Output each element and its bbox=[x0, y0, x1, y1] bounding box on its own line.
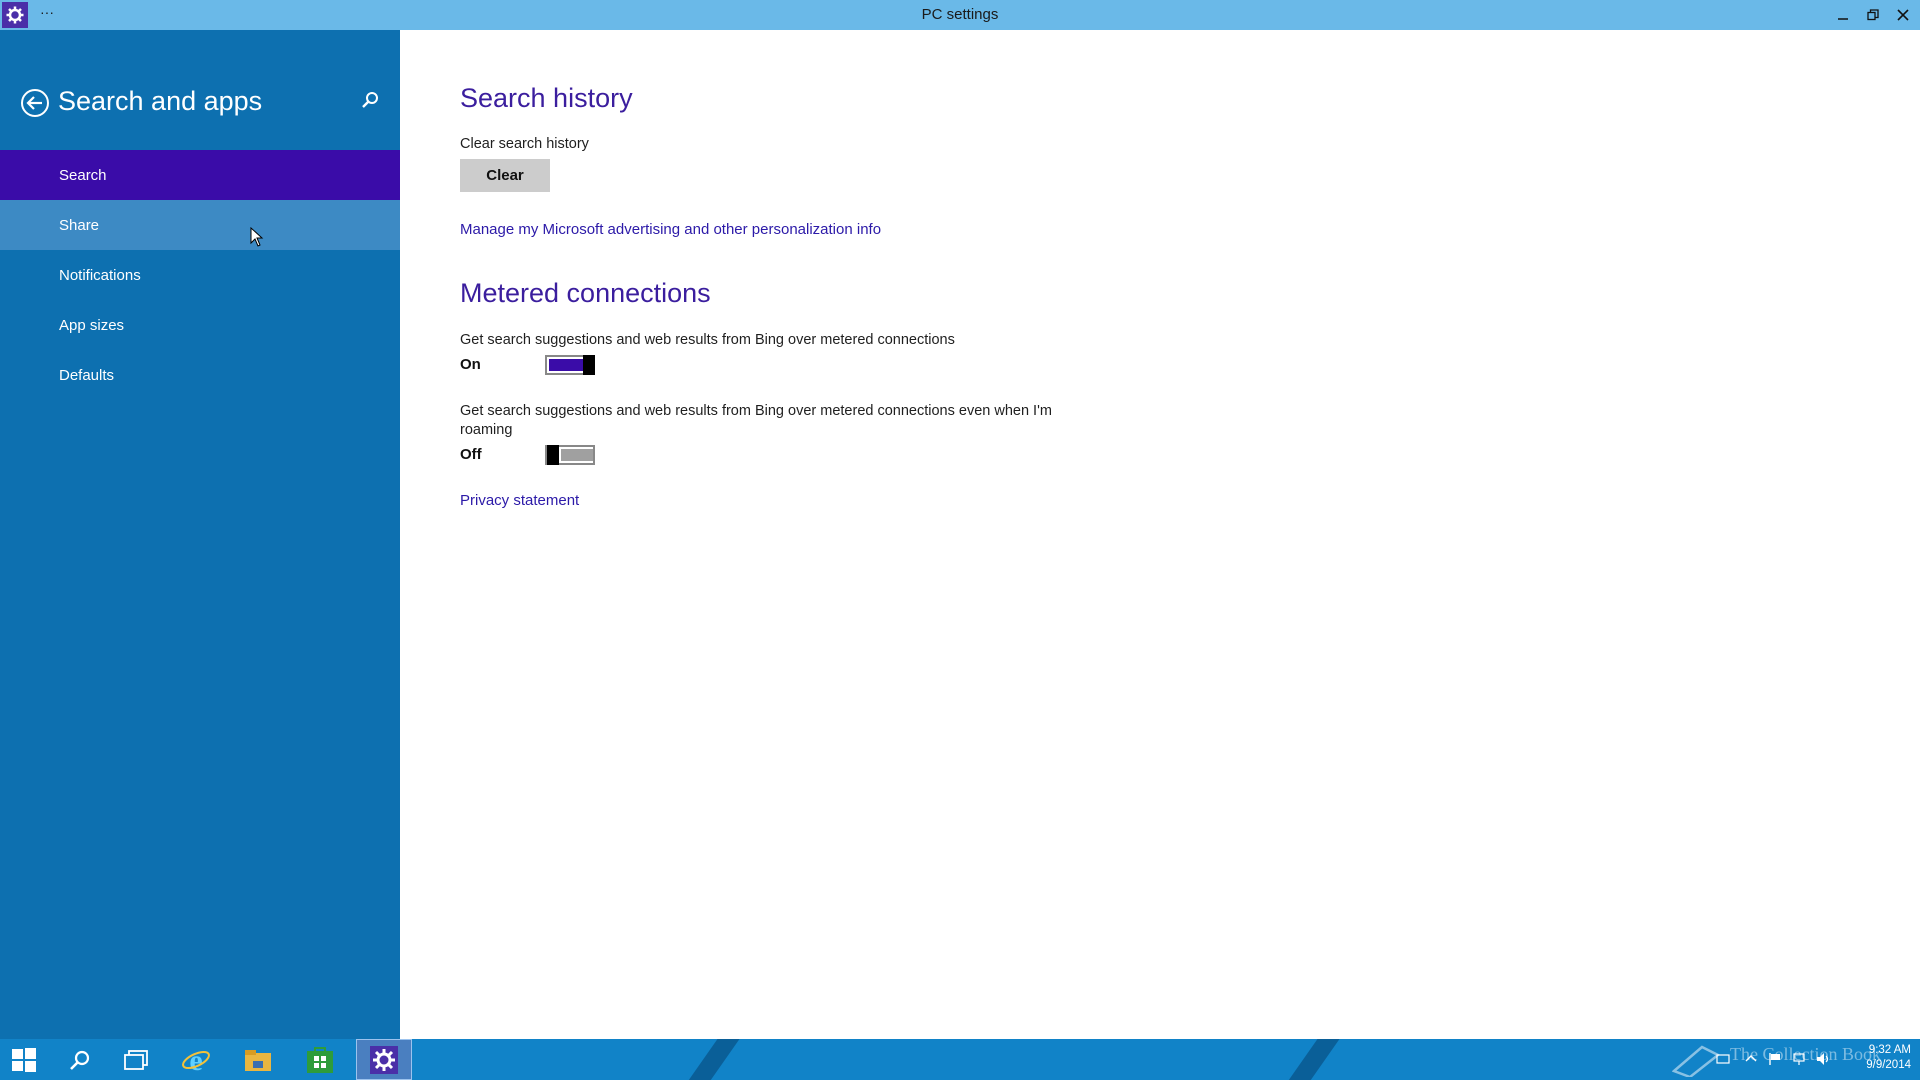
nav-item-defaults[interactable]: Defaults bbox=[0, 350, 400, 400]
nav-list: Search Share Notifications App sizes Def… bbox=[0, 150, 400, 400]
roaming-toggle-state: Off bbox=[460, 446, 482, 463]
close-button[interactable] bbox=[1888, 0, 1918, 30]
chevron-up-icon[interactable] bbox=[1744, 1052, 1758, 1066]
nav-item-label: Share bbox=[59, 216, 100, 234]
nav-item-label: App sizes bbox=[59, 316, 125, 334]
section-title: Search and apps bbox=[58, 86, 263, 116]
toggle-fill bbox=[561, 449, 593, 461]
privacy-statement-link[interactable]: Privacy statement bbox=[460, 492, 579, 509]
taskbar: e The Collection Book 9:32 AM 9/9/2014 bbox=[0, 1039, 1920, 1080]
nav-item-label: Notifications bbox=[59, 266, 141, 284]
start-icon[interactable] bbox=[0, 1039, 48, 1080]
internet-explorer-icon[interactable]: e bbox=[172, 1039, 220, 1080]
metered-toggle[interactable] bbox=[545, 355, 595, 375]
toggle-thumb bbox=[583, 355, 595, 375]
sidebar-header: Search and apps bbox=[0, 80, 400, 130]
clear-button[interactable]: Clear bbox=[460, 159, 550, 192]
volume-icon[interactable] bbox=[1816, 1052, 1830, 1066]
settings-icon[interactable] bbox=[356, 1039, 412, 1080]
main-content: Search history Clear search history Clea… bbox=[400, 30, 1920, 1039]
wallpaper-stripe bbox=[1275, 1039, 1347, 1080]
search-icon bbox=[362, 92, 378, 108]
manage-advertising-link[interactable]: Manage my Microsoft advertising and othe… bbox=[460, 221, 881, 238]
toggle-fill bbox=[549, 359, 583, 371]
sidebar: Search and apps Search Share Notificatio… bbox=[0, 30, 400, 1039]
clock-time: 9:32 AM bbox=[1868, 1044, 1911, 1056]
nav-item-search[interactable]: Search bbox=[0, 150, 400, 200]
nav-item-notifications[interactable]: Notifications bbox=[0, 250, 400, 300]
mouse-cursor-icon bbox=[250, 226, 264, 247]
metered-setting-label: Get search suggestions and web results f… bbox=[460, 332, 955, 348]
back-button[interactable] bbox=[20, 88, 50, 118]
metered-toggle-state: On bbox=[460, 356, 481, 373]
search-settings-button[interactable] bbox=[360, 90, 382, 112]
store-icon[interactable] bbox=[296, 1039, 344, 1080]
search-history-heading: Search history bbox=[460, 83, 633, 113]
nav-item-app-sizes[interactable]: App sizes bbox=[0, 300, 400, 350]
clock[interactable]: 9:32 AM 9/9/2014 bbox=[1845, 1043, 1911, 1073]
window-title: PC settings bbox=[921, 6, 999, 23]
file-explorer-icon[interactable] bbox=[234, 1039, 282, 1080]
action-center-flag-icon[interactable] bbox=[1768, 1052, 1782, 1066]
roaming-setting-label: Get search suggestions and web results f… bbox=[460, 403, 1052, 438]
restore-button[interactable] bbox=[1858, 0, 1888, 30]
metered-connections-heading: Metered connections bbox=[460, 278, 711, 308]
nav-item-label: Defaults bbox=[59, 366, 115, 384]
clock-date: 9/9/2014 bbox=[1866, 1059, 1911, 1071]
wallpaper-stripe bbox=[675, 1039, 747, 1080]
nav-item-share[interactable]: Share bbox=[0, 200, 400, 250]
keyboard-icon[interactable] bbox=[1716, 1052, 1730, 1066]
clear-history-label: Clear search history bbox=[460, 136, 589, 152]
svg-text:e: e bbox=[189, 1045, 202, 1075]
network-icon[interactable] bbox=[1792, 1052, 1806, 1066]
roaming-toggle[interactable] bbox=[545, 445, 595, 465]
nav-item-label: Search bbox=[59, 166, 107, 184]
title-bar: ··· PC settings bbox=[0, 0, 1920, 30]
toggle-thumb bbox=[547, 445, 559, 465]
back-arrow-icon bbox=[21, 89, 49, 117]
watermark-book-icon bbox=[1671, 1043, 1722, 1080]
minimize-button[interactable] bbox=[1828, 0, 1858, 30]
task-view-icon[interactable] bbox=[112, 1039, 160, 1080]
search-icon[interactable] bbox=[56, 1039, 104, 1080]
